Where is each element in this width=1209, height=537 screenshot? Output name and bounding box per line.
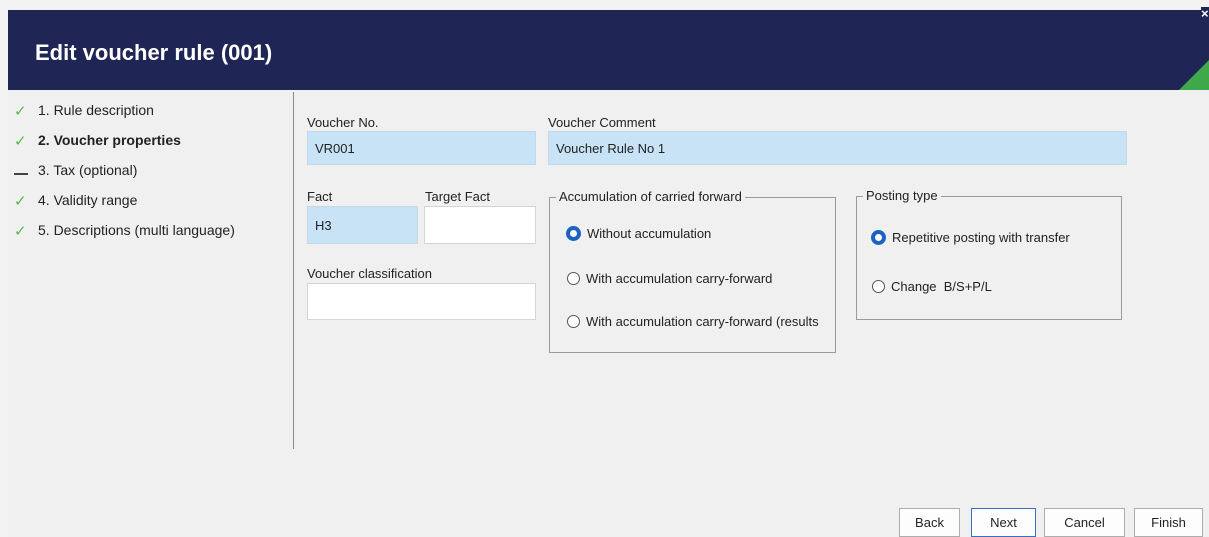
radio-label: With accumulation carry-forward (results xyxy=(586,314,819,329)
finish-button[interactable]: Finish xyxy=(1134,508,1203,537)
header-corner-accent xyxy=(1179,60,1209,90)
close-icon[interactable]: × xyxy=(1201,7,1209,21)
fact-label: Fact xyxy=(307,189,333,204)
step-descriptions[interactable]: ✓ 5. Descriptions (multi language) xyxy=(14,222,294,252)
radio-change-bs-pl[interactable]: Change B/S+P/L xyxy=(872,279,992,294)
check-icon: ✓ xyxy=(14,133,27,150)
voucher-comment-label: Voucher Comment xyxy=(548,115,656,130)
step-tax[interactable]: 3. Tax (optional) xyxy=(14,162,294,192)
radio-label: With accumulation carry-forward xyxy=(586,271,773,286)
voucher-classification-label: Voucher classification xyxy=(307,266,433,281)
radio-selected-icon xyxy=(871,230,886,245)
step-validity-range[interactable]: ✓ 4. Validity range xyxy=(14,192,294,222)
dialog-header: Edit voucher rule (001) xyxy=(8,10,1209,90)
radio-label: Repetitive posting with transfer xyxy=(892,230,1070,245)
wizard-steps: ✓ 1. Rule description ✓ 2. Voucher prope… xyxy=(14,102,294,252)
sidebar-divider xyxy=(293,92,294,449)
radio-label: Change B/S+P/L xyxy=(891,279,992,294)
voucher-no-field[interactable]: VR001 xyxy=(307,131,536,165)
voucher-comment-field[interactable]: Voucher Rule No 1 xyxy=(548,131,1127,165)
posting-type-group: Posting type xyxy=(856,188,1122,320)
radio-unselected-icon xyxy=(567,315,580,328)
step-label: 4. Validity range xyxy=(38,192,138,208)
check-icon: ✓ xyxy=(14,103,27,120)
target-fact-field[interactable] xyxy=(424,206,536,244)
next-button[interactable]: Next xyxy=(971,508,1036,537)
dash-icon xyxy=(14,162,38,178)
step-label: 3. Tax (optional) xyxy=(38,162,138,178)
cancel-button[interactable]: Cancel xyxy=(1044,508,1125,537)
radio-with-accumulation[interactable]: With accumulation carry-forward xyxy=(567,271,772,286)
back-button[interactable]: Back xyxy=(899,508,960,537)
step-voucher-properties[interactable]: ✓ 2. Voucher properties xyxy=(14,132,294,162)
step-label: 2. Voucher properties xyxy=(38,132,181,148)
step-label: 1. Rule description xyxy=(38,102,154,118)
target-fact-label: Target Fact xyxy=(425,189,491,204)
radio-repetitive-posting[interactable]: Repetitive posting with transfer xyxy=(871,230,1070,245)
radio-label: Without accumulation xyxy=(587,226,712,241)
step-label: 5. Descriptions (multi language) xyxy=(38,222,235,238)
check-icon: ✓ xyxy=(14,223,27,240)
dialog-title: Edit voucher rule (001) xyxy=(35,40,273,65)
voucher-classification-field[interactable] xyxy=(307,283,536,320)
radio-with-accumulation-results[interactable]: With accumulation carry-forward (results xyxy=(567,314,819,329)
radio-unselected-icon xyxy=(567,272,580,285)
fact-field[interactable]: H3 xyxy=(307,206,418,244)
voucher-no-label: Voucher No. xyxy=(307,115,379,130)
accumulation-legend: Accumulation of carried forward xyxy=(556,189,745,204)
radio-unselected-icon xyxy=(872,280,885,293)
check-icon: ✓ xyxy=(14,193,27,210)
radio-selected-icon xyxy=(566,226,581,241)
posting-type-legend: Posting type xyxy=(863,188,941,203)
radio-without-accumulation[interactable]: Without accumulation xyxy=(566,226,711,241)
step-rule-description[interactable]: ✓ 1. Rule description xyxy=(14,102,294,132)
